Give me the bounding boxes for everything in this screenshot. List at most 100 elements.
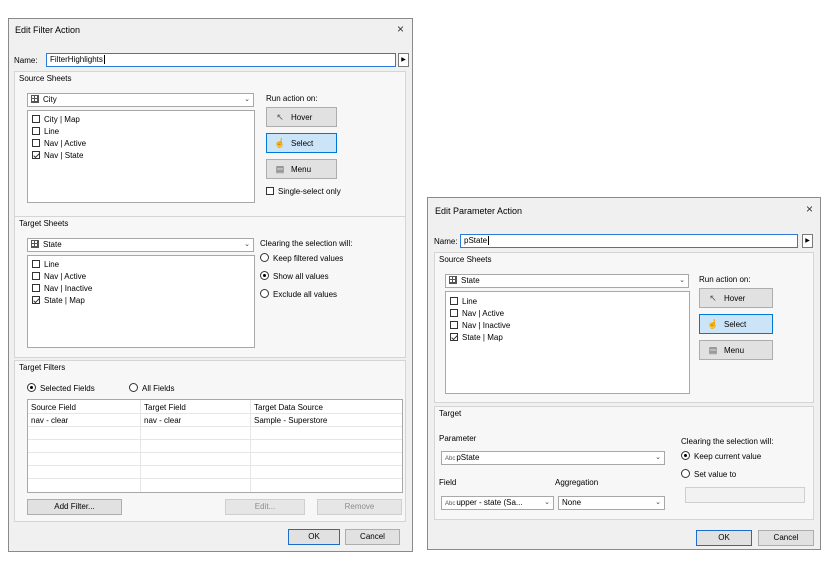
exclude-all-label: Exclude all values [273, 290, 338, 299]
exclude-all-option[interactable]: Exclude all values [260, 289, 337, 300]
sheet-label: Nav | Inactive [462, 321, 511, 330]
set-value-option[interactable]: Set value to [681, 469, 736, 480]
set-value-radio[interactable] [681, 469, 690, 478]
target-sheet-row[interactable]: Nav | Inactive [32, 284, 92, 295]
add-filter-button[interactable]: Add Filter... [27, 499, 122, 515]
pointer-icon: ↖ [276, 112, 284, 122]
sheet-checkbox[interactable] [32, 272, 40, 280]
source-sheet-row[interactable]: Line [450, 297, 477, 308]
menu-button[interactable]: ▤ Menu [266, 159, 337, 179]
select-button[interactable]: ☝ Select [699, 314, 773, 334]
menu-icon: ▤ [708, 345, 718, 355]
source-datasource-select[interactable]: City ⌄ [27, 93, 254, 107]
chevron-down-icon: ⌄ [655, 454, 661, 461]
source-sheet-row[interactable]: Nav | Active [32, 139, 86, 150]
ok-button[interactable]: OK [288, 529, 340, 545]
ok-button[interactable]: OK [696, 530, 752, 546]
chevron-down-icon: ⌄ [244, 241, 250, 248]
sheet-label: State | Map [44, 296, 85, 305]
sheet-label: Nav | State [44, 151, 84, 160]
source-sheets-title: Source Sheets [19, 74, 72, 83]
menu-button[interactable]: ▤ Menu [699, 340, 773, 360]
name-input[interactable]: FilterHighlights [46, 53, 396, 67]
source-sheet-row[interactable]: Line [32, 127, 59, 138]
datasource-grid-icon [31, 240, 39, 248]
hover-label: Hover [724, 294, 746, 303]
target-sheet-row[interactable]: State | Map [32, 296, 85, 307]
edit-filter-button[interactable]: Edit... [225, 499, 305, 515]
source-sheet-row[interactable]: Nav | Active [450, 309, 504, 320]
clearing-label: Clearing the selection will: [681, 437, 774, 446]
hover-button[interactable]: ↖ Hover [266, 107, 337, 127]
field-select[interactable]: Abcupper - state (Sa... ⌄ [441, 496, 554, 510]
table-cell[interactable]: nav - clear [31, 416, 68, 425]
target-sheet-row[interactable]: Nav | Active [32, 272, 86, 283]
source-datasource-select[interactable]: State ⌄ [445, 274, 689, 288]
name-input[interactable]: pState [460, 234, 798, 248]
target-sheets-list[interactable]: Line Nav | Active Nav | Inactive State |… [27, 255, 255, 348]
aggregation-value: None [562, 498, 582, 507]
dialog-title: Edit Filter Action [15, 25, 81, 35]
sheet-checkbox[interactable] [32, 115, 40, 123]
source-sheet-row[interactable]: City | Map [32, 115, 80, 126]
close-icon[interactable]: × [806, 203, 813, 215]
source-sheet-row[interactable]: State | Map [450, 333, 503, 344]
chevron-down-icon: ⌄ [544, 499, 550, 506]
target-datasource-select[interactable]: State ⌄ [27, 238, 254, 252]
sheet-checkbox[interactable] [32, 260, 40, 268]
string-type-icon: Abc [445, 501, 456, 507]
target-sheet-row[interactable]: Line [32, 260, 59, 271]
selected-fields-option[interactable]: Selected Fields [27, 383, 95, 394]
keep-current-option[interactable]: Keep current value [681, 451, 761, 462]
keep-filtered-option[interactable]: Keep filtered values [260, 253, 343, 264]
menu-label: Menu [291, 165, 312, 174]
selected-fields-radio[interactable] [27, 383, 36, 392]
source-sheets-list[interactable]: City | Map Line Nav | Active Nav | State [27, 110, 255, 203]
show-all-radio[interactable] [260, 271, 269, 280]
sheet-checkbox-checked[interactable] [450, 333, 458, 341]
set-value-input[interactable] [685, 487, 805, 503]
all-fields-radio[interactable] [129, 383, 138, 392]
sheet-checkbox[interactable] [450, 321, 458, 329]
sheet-checkbox[interactable] [32, 127, 40, 135]
hover-button[interactable]: ↖ Hover [699, 288, 773, 308]
keep-filtered-radio[interactable] [260, 253, 269, 262]
sheet-checkbox[interactable] [32, 284, 40, 292]
sheet-checkbox[interactable] [450, 297, 458, 305]
sheet-checkbox-checked[interactable] [32, 151, 40, 159]
show-all-option[interactable]: Show all values [260, 271, 329, 282]
exclude-all-radio[interactable] [260, 289, 269, 298]
run-action-label: Run action on: [266, 94, 318, 103]
datasource-grid-icon [31, 95, 39, 103]
sheet-label: Line [44, 127, 60, 136]
sheet-checkbox[interactable] [450, 309, 458, 317]
remove-filter-button[interactable]: Remove [317, 499, 402, 515]
insert-field-arrow-icon[interactable]: ▶ [802, 234, 813, 248]
source-sheet-row[interactable]: Nav | State [32, 151, 83, 162]
sheet-checkbox[interactable] [32, 139, 40, 147]
keep-current-radio[interactable] [681, 451, 690, 460]
field-value: upper - state (Sa... [456, 498, 523, 507]
sheet-label: Line [462, 297, 478, 306]
insert-field-arrow-icon[interactable]: ▶ [398, 53, 409, 67]
source-sheets-title: Source Sheets [439, 255, 492, 264]
single-select-option[interactable]: Single-select only [266, 187, 341, 198]
source-sheets-list[interactable]: Line Nav | Active Nav | Inactive State |… [445, 291, 690, 394]
name-label: Name: [14, 56, 38, 65]
table-cell[interactable]: Sample - Superstore [254, 416, 327, 425]
parameter-select[interactable]: AbcpState ⌄ [441, 451, 665, 465]
single-select-checkbox[interactable] [266, 187, 274, 195]
edit-parameter-action-dialog: Edit Parameter Action × Name: pState ▶ S… [427, 197, 821, 550]
cancel-button[interactable]: Cancel [758, 530, 814, 546]
close-icon[interactable]: × [397, 23, 404, 35]
cancel-button[interactable]: Cancel [345, 529, 400, 545]
set-value-label: Set value to [694, 470, 737, 479]
source-sheet-row[interactable]: Nav | Inactive [450, 321, 510, 332]
sheet-checkbox-checked[interactable] [32, 296, 40, 304]
filters-table: Source Field Target Field Target Data So… [27, 399, 403, 493]
column-header: Source Field [31, 403, 76, 412]
select-button[interactable]: ☝ Select [266, 133, 337, 153]
table-cell[interactable]: nav - clear [144, 416, 181, 425]
aggregation-select[interactable]: None ⌄ [558, 496, 665, 510]
all-fields-option[interactable]: All Fields [129, 383, 174, 394]
